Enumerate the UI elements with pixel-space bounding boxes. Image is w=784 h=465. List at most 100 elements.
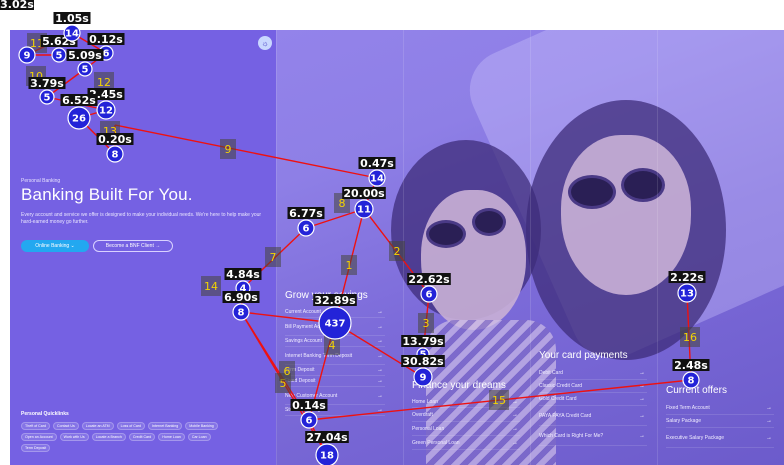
quicklink-theft-of-card[interactable]: Theft of Card bbox=[21, 422, 50, 430]
corner-time: 3.02s bbox=[0, 0, 34, 11]
quicklink-loss-of-card[interactable]: Loss of Card bbox=[116, 422, 146, 430]
menu-item-fixed-deposit[interactable]: Fixed Deposit → bbox=[285, 376, 385, 387]
quicklink-term-deposit[interactable]: Term Deposit bbox=[21, 444, 51, 452]
offers-heading: Current offers bbox=[666, 385, 727, 396]
menu-item-label: Fixed Deposit bbox=[285, 378, 316, 384]
arrow-right-icon: → bbox=[377, 367, 383, 373]
quicklink-mobile-banking[interactable]: Mobile Banking bbox=[185, 422, 218, 430]
arrow-right-icon: → bbox=[639, 412, 645, 419]
menu-item-debit-card[interactable]: Debit Card → bbox=[539, 367, 647, 380]
hero-description: Every account and service we offer is de… bbox=[21, 212, 262, 225]
column-divider bbox=[276, 30, 277, 465]
hero-tagline: Personal Banking bbox=[21, 178, 61, 184]
quicklink-locate-atm[interactable]: Locate an ATM bbox=[81, 422, 114, 430]
menu-item-overdraft[interactable]: Overdraft → bbox=[412, 408, 520, 422]
person-right-sunglasses bbox=[568, 175, 616, 209]
quicklinks-row-2: Open an Account Work with Us Locate a Br… bbox=[21, 433, 211, 441]
person-left-sunglasses-right bbox=[472, 208, 506, 236]
menu-item-personal-loan[interactable]: Personal Loan → bbox=[412, 422, 520, 436]
banking-website: ☼ Personal Banking Banking Built For You… bbox=[10, 30, 784, 465]
person-right-face bbox=[561, 135, 691, 295]
menu-item-label: Salary Package bbox=[666, 418, 702, 424]
become-client-button[interactable]: Become a BNF Client → bbox=[93, 240, 173, 252]
arrow-right-icon: → bbox=[377, 407, 383, 413]
arrow-right-icon: → bbox=[512, 439, 518, 446]
quicklink-credit-card[interactable]: Credit Card bbox=[128, 433, 156, 441]
left-panel: ☼ Personal Banking Banking Built For You… bbox=[10, 30, 276, 465]
menu-item-term-deposit[interactable]: Term Deposit → bbox=[285, 365, 385, 376]
menu-item-label: Green Personal Loan bbox=[412, 439, 460, 446]
menu-item-home-loan[interactable]: Home Loan → bbox=[412, 397, 520, 408]
finance-heading: Finance your dreams bbox=[412, 380, 506, 391]
menu-item-label: Internet Banking Term Deposit bbox=[285, 352, 353, 359]
arrow-right-icon: → bbox=[639, 370, 645, 376]
menu-item-label: Gold Credit Card bbox=[539, 396, 577, 402]
quicklinks-row-1: Theft of Card Contact Us Locate an ATM L… bbox=[21, 422, 218, 430]
menu-item-label: Home Loan bbox=[412, 399, 438, 405]
menu-item-label: Classic Credit Card bbox=[539, 383, 583, 389]
arrow-right-icon: → bbox=[766, 405, 772, 411]
arrow-right-icon: → bbox=[377, 352, 383, 359]
arrow-right-icon: → bbox=[639, 383, 645, 389]
arrow-right-icon: → bbox=[377, 338, 383, 344]
menu-item-label: Term Deposit bbox=[285, 367, 315, 373]
menu-item-salary-package[interactable]: Salary Package → bbox=[666, 415, 774, 428]
cards-column: Your card payments Debit Card → Classic C… bbox=[539, 350, 647, 446]
cards-heading: Your card payments bbox=[539, 350, 628, 361]
savings-column: Grow your savings Current Account → Bill … bbox=[285, 290, 385, 416]
menu-item-label: Current Account bbox=[285, 309, 321, 315]
quicklink-car-loan[interactable]: Car Loan bbox=[187, 433, 211, 441]
quicklink-work-with-us[interactable]: Work with Us bbox=[59, 433, 89, 441]
menu-item-paya-card[interactable]: PAYA PAYA Credit Card → bbox=[539, 406, 647, 426]
menu-item-label: Savings Account bbox=[285, 338, 322, 344]
menu-item-current-account[interactable]: Current Account → bbox=[285, 307, 385, 318]
menu-item-fixed-term[interactable]: Fixed Term Account → bbox=[666, 402, 774, 415]
arrow-right-icon: → bbox=[377, 323, 383, 330]
menu-item-label: Executive Salary Package bbox=[666, 434, 725, 441]
quicklink-home-loan[interactable]: Home Loan bbox=[158, 433, 185, 441]
menu-item-label: Debit Card bbox=[539, 370, 563, 376]
menu-item-classic-card[interactable]: Classic Credit Card → bbox=[539, 380, 647, 393]
arrow-right-icon: → bbox=[639, 396, 645, 402]
menu-item-label: Bill Payment Account bbox=[285, 323, 332, 330]
arrow-right-icon: → bbox=[512, 425, 518, 432]
quicklink-open-account[interactable]: Open an Account bbox=[21, 433, 57, 441]
menu-item-student-package[interactable]: Student Package → bbox=[285, 405, 385, 416]
menu-item-which-card[interactable]: Which Card is Right For Me? → bbox=[539, 426, 647, 446]
person-left-sunglasses bbox=[426, 220, 466, 248]
menu-item-savings-account[interactable]: Savings Account → bbox=[285, 336, 385, 347]
menu-item-green-loan[interactable]: Green Personal Loan → bbox=[412, 436, 520, 450]
arrow-right-icon: → bbox=[639, 432, 645, 439]
corner-time-bg bbox=[0, 0, 34, 10]
finance-column: Finance your dreams Home Loan → Overdraft… bbox=[412, 380, 520, 450]
menu-item-gold-card[interactable]: Gold Credit Card → bbox=[539, 393, 647, 406]
column-divider bbox=[403, 30, 404, 465]
quicklink-internet-banking[interactable]: Internet Banking bbox=[148, 422, 183, 430]
column-divider bbox=[657, 30, 658, 465]
savings-heading: Grow your savings bbox=[285, 290, 368, 301]
menu-item-executive-salary[interactable]: Executive Salary Package → bbox=[666, 428, 774, 448]
menu-item-bill-payment[interactable]: Bill Payment Account → bbox=[285, 318, 385, 336]
arrow-right-icon: → bbox=[512, 399, 518, 405]
person-left-face bbox=[421, 190, 526, 330]
menu-item-new-customer[interactable]: New Customer Account → bbox=[285, 387, 385, 405]
quicklink-contact-us[interactable]: Contact Us bbox=[52, 422, 79, 430]
online-banking-button[interactable]: Online Banking ⌄ bbox=[21, 240, 89, 252]
menu-item-label: Personal Loan bbox=[412, 425, 445, 432]
quicklink-locate-branch[interactable]: Locate a Branch bbox=[91, 433, 126, 441]
globe-icon[interactable]: ☼ bbox=[258, 36, 272, 50]
arrow-right-icon: → bbox=[766, 434, 772, 441]
screenshot-stage: ☼ Personal Banking Banking Built For You… bbox=[0, 0, 784, 465]
person-right-sunglasses-right bbox=[621, 168, 665, 202]
menu-item-label: New Customer Account bbox=[285, 392, 338, 399]
offers-column: Current offers Fixed Term Account → Salar… bbox=[666, 385, 774, 448]
arrow-right-icon: → bbox=[377, 309, 383, 315]
arrow-right-icon: → bbox=[512, 411, 518, 418]
menu-item-label: Which Card is Right For Me? bbox=[539, 432, 604, 439]
menu-item-label: Fixed Term Account bbox=[666, 405, 710, 411]
arrow-right-icon: → bbox=[766, 418, 772, 424]
menu-item-internet-term-deposit[interactable]: Internet Banking Term Deposit → bbox=[285, 347, 385, 365]
column-divider bbox=[530, 30, 531, 465]
arrow-right-icon: → bbox=[377, 392, 383, 399]
menu-item-label: Overdraft bbox=[412, 411, 433, 418]
